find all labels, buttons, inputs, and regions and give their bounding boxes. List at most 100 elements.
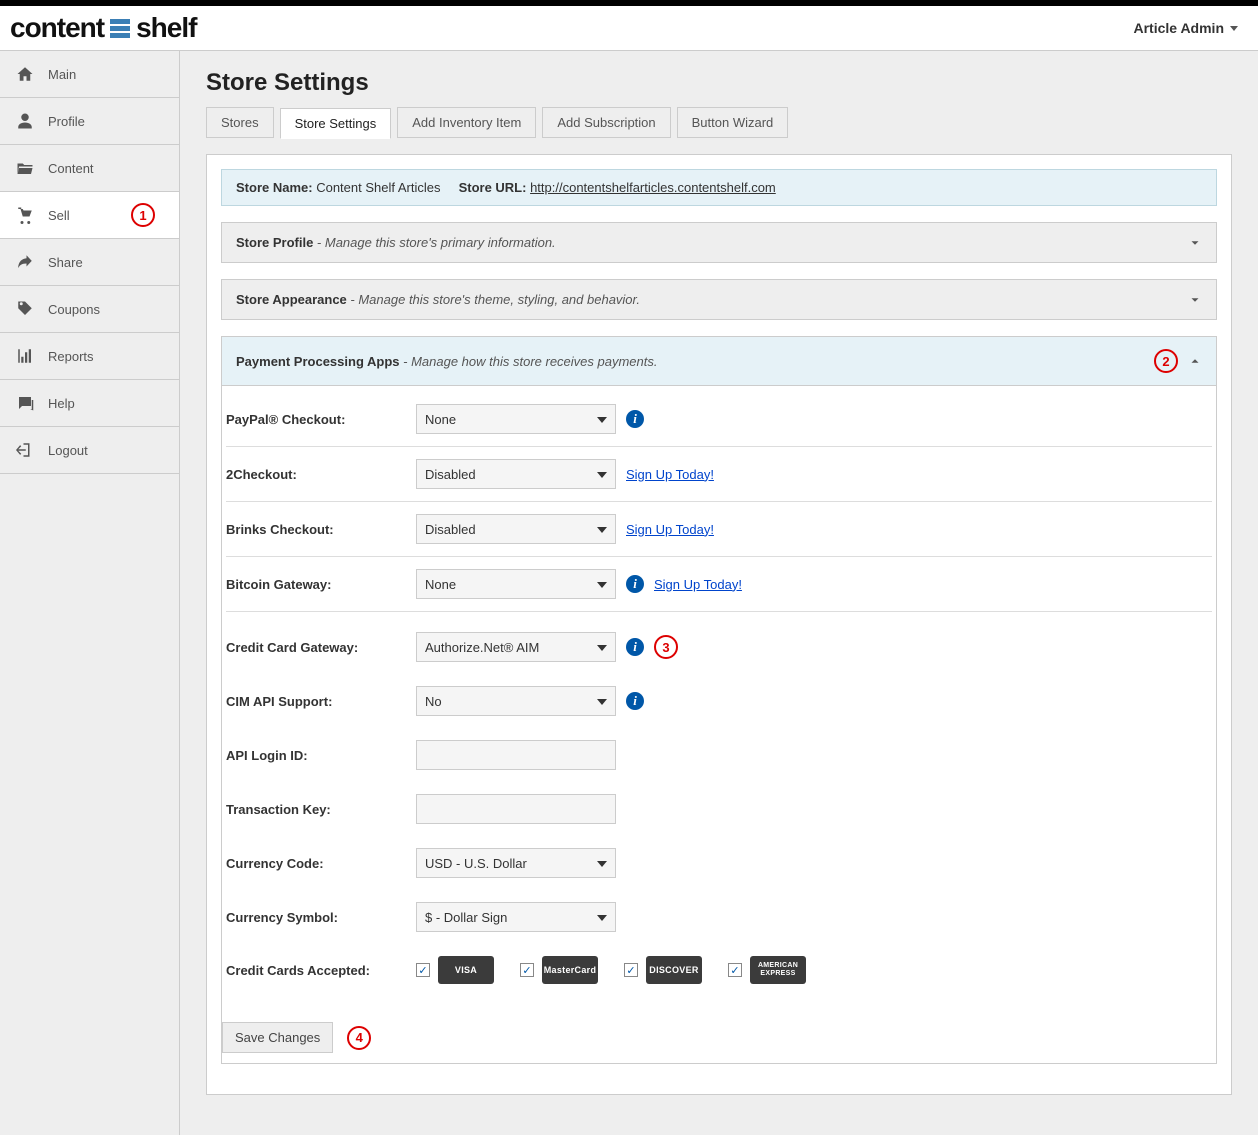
annotation-badge-3: 3 [654, 635, 678, 659]
section-desc: - Manage how this store receives payment… [403, 354, 657, 369]
tab-store-settings[interactable]: Store Settings [280, 108, 392, 139]
select-cc-gateway[interactable]: Authorize.Net® AIM [416, 632, 616, 662]
store-url-link[interactable]: http://contentshelfarticles.contentshelf… [530, 180, 776, 195]
sidebar-item-profile[interactable]: Profile [0, 98, 179, 145]
checkbox-discover[interactable]: ✓ [624, 963, 638, 977]
select-brinks[interactable]: Disabled [416, 514, 616, 544]
logo-text-right: shelf [136, 12, 196, 44]
store-info-bar: Store Name: Content Shelf Articles Store… [221, 169, 1217, 206]
section-desc: - Manage this store's primary informatio… [317, 235, 556, 250]
cart-icon [16, 206, 34, 224]
section-header-profile[interactable]: Store Profile - Manage this store's prim… [222, 223, 1216, 262]
sidebar-item-label: Logout [48, 443, 88, 458]
caret-down-icon [1230, 26, 1238, 31]
home-icon [16, 65, 34, 83]
save-row: Save Changes 4 [222, 1022, 1216, 1053]
save-changes-button[interactable]: Save Changes [222, 1022, 333, 1053]
select-currency-code[interactable]: USD - U.S. Dollar [416, 848, 616, 878]
sidebar-item-main[interactable]: Main [0, 51, 179, 98]
chevron-down-icon [1188, 236, 1202, 250]
card-option-discover: ✓ DISCOVER [624, 956, 702, 984]
page-title: Store Settings [206, 69, 1232, 97]
info-icon[interactable]: i [626, 692, 644, 710]
mastercard-logo-icon: MasterCard [542, 956, 598, 984]
brand-logo: content shelf [10, 12, 196, 44]
sidebar-item-label: Help [48, 396, 75, 411]
tab-add-subscription[interactable]: Add Subscription [542, 107, 670, 138]
sidebar-item-coupons[interactable]: Coupons [0, 286, 179, 333]
sidebar-item-sell[interactable]: Sell 1 [0, 192, 179, 239]
section-payment-processing: Payment Processing Apps - Manage how thi… [221, 336, 1217, 1064]
logout-icon [16, 441, 34, 459]
section-store-profile: Store Profile - Manage this store's prim… [221, 222, 1217, 263]
select-bitcoin[interactable]: None [416, 569, 616, 599]
checkbox-visa[interactable]: ✓ [416, 963, 430, 977]
logo-bars-icon [110, 19, 130, 38]
row-paypal: PayPal® Checkout: None i [226, 392, 1212, 447]
row-2checkout: 2Checkout: Disabled Sign Up Today! [226, 447, 1212, 502]
sidebar-item-label: Main [48, 67, 76, 82]
checkbox-amex[interactable]: ✓ [728, 963, 742, 977]
label-api-login: API Login ID: [226, 748, 416, 763]
sidebar-item-reports[interactable]: Reports [0, 333, 179, 380]
sidebar-item-label: Profile [48, 114, 85, 129]
payment-section-body: PayPal® Checkout: None i 2Checkout: Disa… [222, 386, 1216, 1063]
info-icon[interactable]: i [626, 410, 644, 428]
tag-icon [16, 300, 34, 318]
row-txn-key: Transaction Key: [226, 782, 1212, 836]
sidebar-item-label: Content [48, 161, 94, 176]
card-option-visa: ✓ VISA [416, 956, 494, 984]
select-cim[interactable]: No [416, 686, 616, 716]
visa-logo-icon: VISA [438, 956, 494, 984]
header-bar: content shelf Article Admin [0, 6, 1258, 51]
chevron-down-icon [1188, 293, 1202, 307]
select-currency-symbol[interactable]: $ - Dollar Sign [416, 902, 616, 932]
tab-bar: Stores Store Settings Add Inventory Item… [206, 107, 1232, 138]
checkbox-mastercard[interactable]: ✓ [520, 963, 534, 977]
amex-logo-icon: AMERICAN EXPRESS [750, 956, 806, 984]
store-name-label: Store Name: [236, 180, 313, 195]
folder-open-icon [16, 159, 34, 177]
tab-stores[interactable]: Stores [206, 107, 274, 138]
row-api-login: API Login ID: [226, 728, 1212, 782]
row-cc-gateway: Credit Card Gateway: Authorize.Net® AIM … [226, 612, 1212, 674]
card-option-amex: ✓ AMERICAN EXPRESS [728, 956, 806, 984]
sidebar-item-label: Sell [48, 208, 70, 223]
input-api-login[interactable] [416, 740, 616, 770]
label-txn-key: Transaction Key: [226, 802, 416, 817]
label-brinks: Brinks Checkout: [226, 522, 416, 537]
select-paypal[interactable]: None [416, 404, 616, 434]
sidebar-item-content[interactable]: Content [0, 145, 179, 192]
label-bitcoin: Bitcoin Gateway: [226, 577, 416, 592]
section-title: Store Profile [236, 235, 313, 250]
discover-logo-icon: DISCOVER [646, 956, 702, 984]
tab-button-wizard[interactable]: Button Wizard [677, 107, 789, 138]
signup-link-brinks[interactable]: Sign Up Today! [626, 522, 714, 537]
section-header-payment[interactable]: Payment Processing Apps - Manage how thi… [222, 337, 1216, 386]
label-paypal: PayPal® Checkout: [226, 412, 416, 427]
label-currency-code: Currency Code: [226, 856, 416, 871]
chevron-up-icon [1188, 354, 1202, 368]
user-menu-dropdown[interactable]: Article Admin [1134, 20, 1239, 36]
label-cards-accepted: Credit Cards Accepted: [226, 963, 416, 978]
sidebar-item-label: Reports [48, 349, 94, 364]
sidebar-item-share[interactable]: Share [0, 239, 179, 286]
store-url-label: Store URL: [459, 180, 527, 195]
row-currency-symbol: Currency Symbol: $ - Dollar Sign [226, 890, 1212, 944]
sidebar: Main Profile Content Sell 1 Share Coupon… [0, 51, 180, 1135]
store-name-value: Content Shelf Articles [316, 180, 440, 195]
info-icon[interactable]: i [626, 575, 644, 593]
main-content: Store Settings Stores Store Settings Add… [180, 51, 1258, 1135]
input-txn-key[interactable] [416, 794, 616, 824]
sidebar-item-logout[interactable]: Logout [0, 427, 179, 474]
section-store-appearance: Store Appearance - Manage this store's t… [221, 279, 1217, 320]
signup-link-bitcoin[interactable]: Sign Up Today! [654, 577, 742, 592]
section-header-appearance[interactable]: Store Appearance - Manage this store's t… [222, 280, 1216, 319]
select-2checkout[interactable]: Disabled [416, 459, 616, 489]
info-icon[interactable]: i [626, 638, 644, 656]
tab-add-inventory[interactable]: Add Inventory Item [397, 107, 536, 138]
signup-link-2checkout[interactable]: Sign Up Today! [626, 467, 714, 482]
sidebar-item-help[interactable]: Help [0, 380, 179, 427]
section-desc: - Manage this store's theme, styling, an… [350, 292, 640, 307]
annotation-badge-2: 2 [1154, 349, 1178, 373]
